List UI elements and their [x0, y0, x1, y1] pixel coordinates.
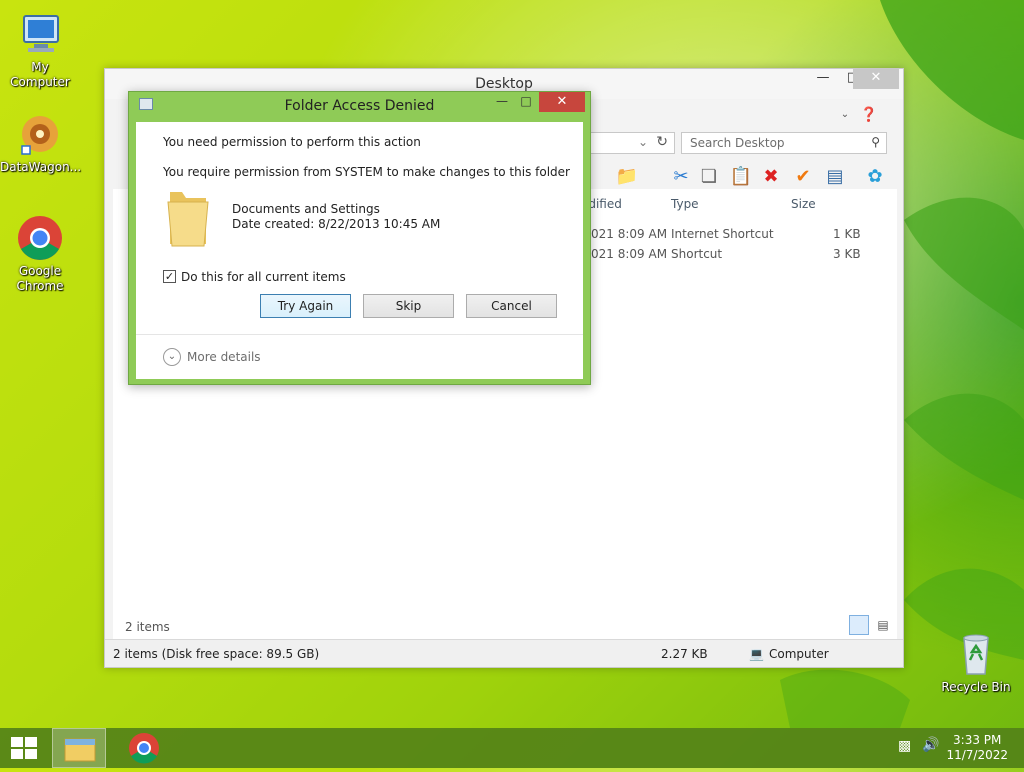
desktop-icon-label: Recycle Bin	[941, 680, 1011, 694]
paste-icon[interactable]: 📋	[729, 165, 753, 189]
desktop-icon-google-chrome[interactable]: Google Chrome	[0, 214, 80, 294]
properties-icon[interactable]: ▤	[823, 165, 847, 189]
chrome-icon	[129, 733, 159, 764]
datawagon-logo-icon	[16, 110, 64, 158]
network-icon[interactable]: ▩	[898, 738, 911, 754]
desktop-icon-label: Google Chrome	[16, 264, 64, 293]
clock-time: 3:33 PM	[953, 733, 1002, 747]
computer-icon	[16, 10, 64, 58]
delete-icon[interactable]: ✖	[759, 165, 783, 189]
taskbar-explorer[interactable]	[52, 728, 106, 768]
row-size: 1 KB	[833, 227, 861, 241]
status-location: Computer	[769, 647, 829, 661]
item-count: 2 items	[125, 620, 170, 634]
try-again-button[interactable]: Try Again	[260, 294, 351, 318]
status-size: 2.27 KB	[661, 647, 708, 661]
divider	[136, 334, 583, 335]
file-explorer-icon	[64, 738, 96, 762]
desktop-icon-recycle-bin[interactable]: Recycle Bin	[936, 630, 1016, 695]
speaker-icon[interactable]: 🔊	[922, 737, 939, 753]
dialog-heading: You need permission to perform this acti…	[163, 135, 421, 149]
clock-date: 11/7/2022	[946, 748, 1008, 762]
desktop-icon-label: My Computer	[10, 60, 70, 89]
folder-icon	[166, 184, 212, 248]
search-icon: ⚲	[871, 135, 880, 149]
more-details-link[interactable]: More details	[187, 350, 261, 364]
row-type: Internet Shortcut	[671, 227, 774, 241]
windows-logo-icon	[11, 737, 37, 759]
taskbar-chrome[interactable]	[120, 728, 168, 768]
dialog-message: You require permission from SYSTEM to ma…	[163, 165, 570, 179]
row-size: 3 KB	[833, 247, 861, 261]
row-modified: 021 8:09 AM	[591, 247, 668, 261]
clock[interactable]: 3:33 PM 11/7/2022	[946, 733, 1008, 763]
chrome-icon	[16, 214, 64, 262]
computer-icon: 💻	[749, 647, 764, 661]
checkbox-label[interactable]: Do this for all current items	[181, 270, 346, 284]
copy-icon[interactable]: ❏	[697, 165, 721, 189]
cancel-button[interactable]: Cancel	[466, 294, 557, 318]
window-title: Desktop	[475, 76, 533, 92]
cut-icon[interactable]: ✂	[669, 165, 693, 189]
row-modified: 021 8:09 AM	[591, 227, 668, 241]
desktop-icon-my-computer[interactable]: My Computer	[0, 10, 80, 90]
shell-icon[interactable]: ✿	[863, 165, 887, 189]
refresh-icon[interactable]: ↻	[656, 134, 668, 150]
details-view-button[interactable]	[849, 615, 869, 635]
row-type: Shortcut	[671, 247, 723, 261]
status-bar: 2 items (Disk free space: 89.5 GB) 2.27 …	[105, 639, 903, 667]
status-text: 2 items (Disk free space: 89.5 GB)	[113, 647, 320, 661]
close-button[interactable]: ✕	[539, 92, 585, 112]
large-icons-view-button[interactable]: ▤	[873, 615, 893, 635]
desktop-icon-label: DataWagon...	[0, 160, 82, 174]
search-input[interactable]: Search Desktop ⚲	[681, 132, 887, 154]
item-name: Documents and Settings	[232, 202, 380, 216]
folder-access-denied-dialog: Folder Access Denied — □ ✕ You need perm…	[128, 91, 591, 385]
search-placeholder: Search Desktop	[690, 136, 785, 150]
column-header-size[interactable]: Size	[791, 197, 816, 211]
minimize-button[interactable]: —	[809, 69, 837, 89]
desktop-icon-datawagon[interactable]: DataWagon...	[0, 110, 82, 175]
item-date: Date created: 8/22/2013 10:45 AM	[232, 217, 441, 231]
apply-all-checkbox[interactable]: ✓	[163, 270, 176, 283]
help-icon[interactable]: ❓	[857, 103, 881, 127]
chevron-down-icon[interactable]: ⌄	[833, 103, 857, 127]
folder-icon[interactable]: 📁	[615, 165, 639, 189]
column-header-type[interactable]: Type	[671, 197, 699, 211]
chevron-down-icon[interactable]: ⌄	[638, 135, 648, 149]
close-button[interactable]: ✕	[853, 69, 899, 89]
maximize-button[interactable]: □	[513, 92, 539, 112]
taskbar: ▩ 🔊 3:33 PM 11/7/2022	[0, 728, 1024, 768]
chevron-down-icon[interactable]: ⌄	[163, 348, 181, 366]
dialog-body: You need permission to perform this acti…	[136, 122, 583, 379]
checkmark-icon[interactable]: ✔	[791, 165, 815, 189]
skip-button[interactable]: Skip	[363, 294, 454, 318]
start-button[interactable]	[0, 728, 48, 768]
minimize-button[interactable]: —	[489, 92, 515, 112]
recycle-bin-icon	[952, 630, 1000, 678]
